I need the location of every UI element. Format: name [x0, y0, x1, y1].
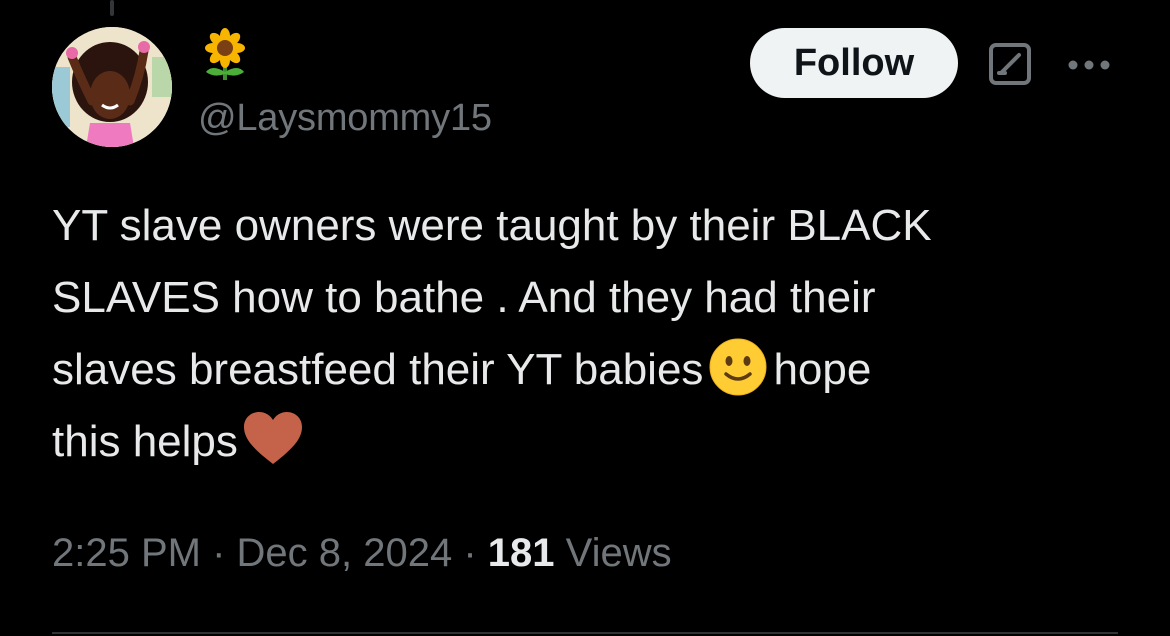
views-label[interactable]: Views	[555, 531, 672, 575]
sunflower-emoji-icon	[205, 28, 245, 80]
tweet-text: YT slave owners were taught by their BLA…	[52, 190, 1132, 478]
tweet-line-3a: slaves breastfeed their YT babies	[52, 345, 704, 394]
tweet-line-3b: hope	[773, 345, 872, 394]
slightly-smiling-face-emoji-icon	[707, 336, 769, 398]
grok-icon[interactable]	[988, 42, 1032, 86]
follow-button[interactable]: Follow	[750, 28, 958, 98]
divider	[52, 632, 1118, 634]
meta-separator: ·	[452, 531, 488, 575]
tweet-line-1: YT slave owners were taught by their BLA…	[52, 201, 932, 250]
tweet-time[interactable]: 2:25 PM	[52, 531, 201, 575]
display-name[interactable]	[198, 28, 252, 82]
more-dots-icon[interactable]	[1066, 58, 1112, 72]
tweet-line-4: this helps	[52, 417, 238, 466]
views-count[interactable]: 181	[488, 531, 555, 575]
tweet-line-2: SLAVES how to bathe . And they had their	[52, 273, 876, 322]
tweet-metadata: 2:25 PM · Dec 8, 2024 · 181 Views	[52, 528, 672, 578]
cartoon-avatar-icon	[52, 27, 172, 147]
meta-separator: ·	[200, 531, 237, 575]
tweet-date[interactable]: Dec 8, 2024	[237, 531, 453, 575]
thread-connector-line	[110, 0, 114, 16]
brown-heart-emoji-icon	[242, 408, 304, 470]
user-handle[interactable]: @Laysmommy15	[198, 96, 492, 140]
avatar[interactable]	[52, 27, 172, 147]
